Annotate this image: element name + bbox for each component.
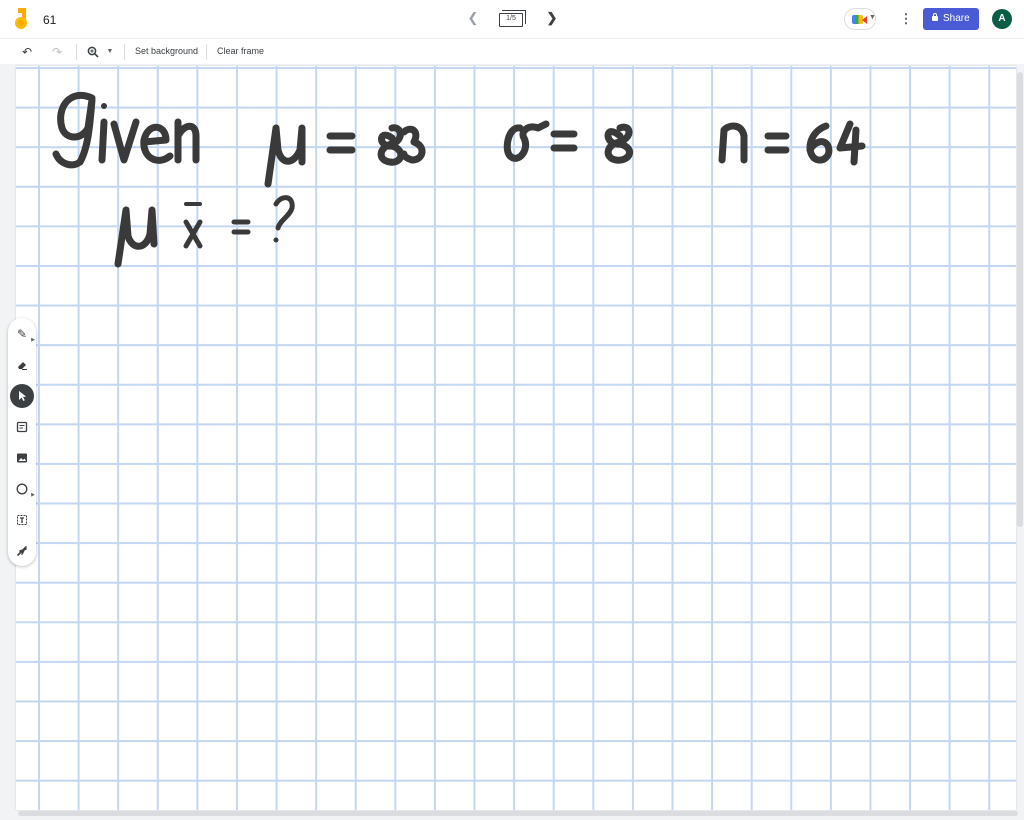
chevron-down-icon: ▼: [869, 14, 876, 21]
previous-frame-icon[interactable]: ❮: [466, 10, 480, 26]
avatar[interactable]: A: [992, 9, 1012, 29]
sticky-note-icon[interactable]: [10, 415, 34, 439]
divider: [124, 44, 125, 60]
next-frame-icon[interactable]: ❯: [545, 10, 559, 26]
text-box-icon[interactable]: [10, 508, 34, 532]
circle-shape-icon[interactable]: ▶: [10, 477, 35, 501]
whiteboard-canvas[interactable]: [16, 66, 1016, 810]
frame-counter-label: 1/5: [506, 15, 516, 22]
pen-icon[interactable]: ✎ ▶: [10, 322, 35, 346]
select-pointer-icon[interactable]: [10, 384, 34, 408]
divider: [206, 44, 207, 60]
document-title[interactable]: 61: [43, 13, 56, 27]
eraser-icon[interactable]: [10, 353, 34, 377]
set-background-button[interactable]: Set background: [135, 46, 198, 56]
horizontal-scrollbar[interactable]: [18, 811, 1018, 816]
meet-button[interactable]: ▼: [844, 8, 876, 30]
image-icon[interactable]: [10, 446, 34, 470]
share-button[interactable]: Share: [923, 8, 979, 30]
toolbar: ↶ ↷ ▼ Set background Clear frame: [0, 38, 1024, 64]
lock-icon: [932, 13, 938, 21]
zoom-icon[interactable]: [84, 43, 102, 61]
more-options-icon[interactable]: ⋮: [899, 10, 913, 28]
tool-rail: ✎ ▶ ▶: [8, 318, 36, 566]
vertical-scrollbar[interactable]: [1017, 72, 1023, 527]
laser-icon[interactable]: [10, 539, 34, 563]
divider: [76, 44, 77, 60]
share-button-label: Share: [943, 13, 970, 24]
top-bar: 61 ❮ 1/5 ❯ ▼ ⋮ Share A: [0, 0, 1024, 38]
zoom-dropdown-icon[interactable]: ▼: [104, 43, 116, 61]
clear-frame-button[interactable]: Clear frame: [217, 46, 264, 56]
canvas-area: [0, 64, 1024, 820]
redo-icon[interactable]: ↷: [48, 43, 66, 61]
undo-icon[interactable]: ↶: [18, 43, 36, 61]
jamboard-logo[interactable]: [12, 8, 32, 30]
frame-bar-toggle[interactable]: 1/5: [498, 10, 526, 29]
